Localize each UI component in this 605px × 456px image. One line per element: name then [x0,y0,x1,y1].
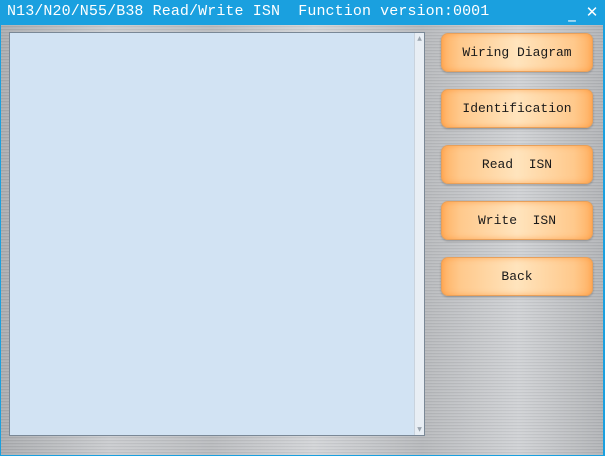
scroll-up-arrow-icon[interactable]: ▲ [415,34,424,43]
window-title: N13/N20/N55/B38 Read/Write ISN Function … [7,3,490,20]
read-isn-button[interactable]: Read ISN [441,145,593,184]
write-isn-button[interactable]: Write ISN [441,201,593,240]
title-bar[interactable]: N13/N20/N55/B38 Read/Write ISN Function … [0,0,605,25]
identification-button[interactable]: Identification [441,89,593,128]
vertical-scrollbar[interactable]: ▲ ▼ [414,33,424,435]
client-area: ▲ ▼ Wiring Diagram Identification Read I… [1,25,603,455]
close-button[interactable]: ✕ [579,0,605,25]
scroll-down-arrow-icon[interactable]: ▼ [415,425,424,434]
wiring-diagram-button[interactable]: Wiring Diagram [441,33,593,72]
output-textbox[interactable]: ▲ ▼ [9,32,425,436]
app-window: N13/N20/N55/B38 Read/Write ISN Function … [0,0,605,456]
back-button[interactable]: Back [441,257,593,296]
